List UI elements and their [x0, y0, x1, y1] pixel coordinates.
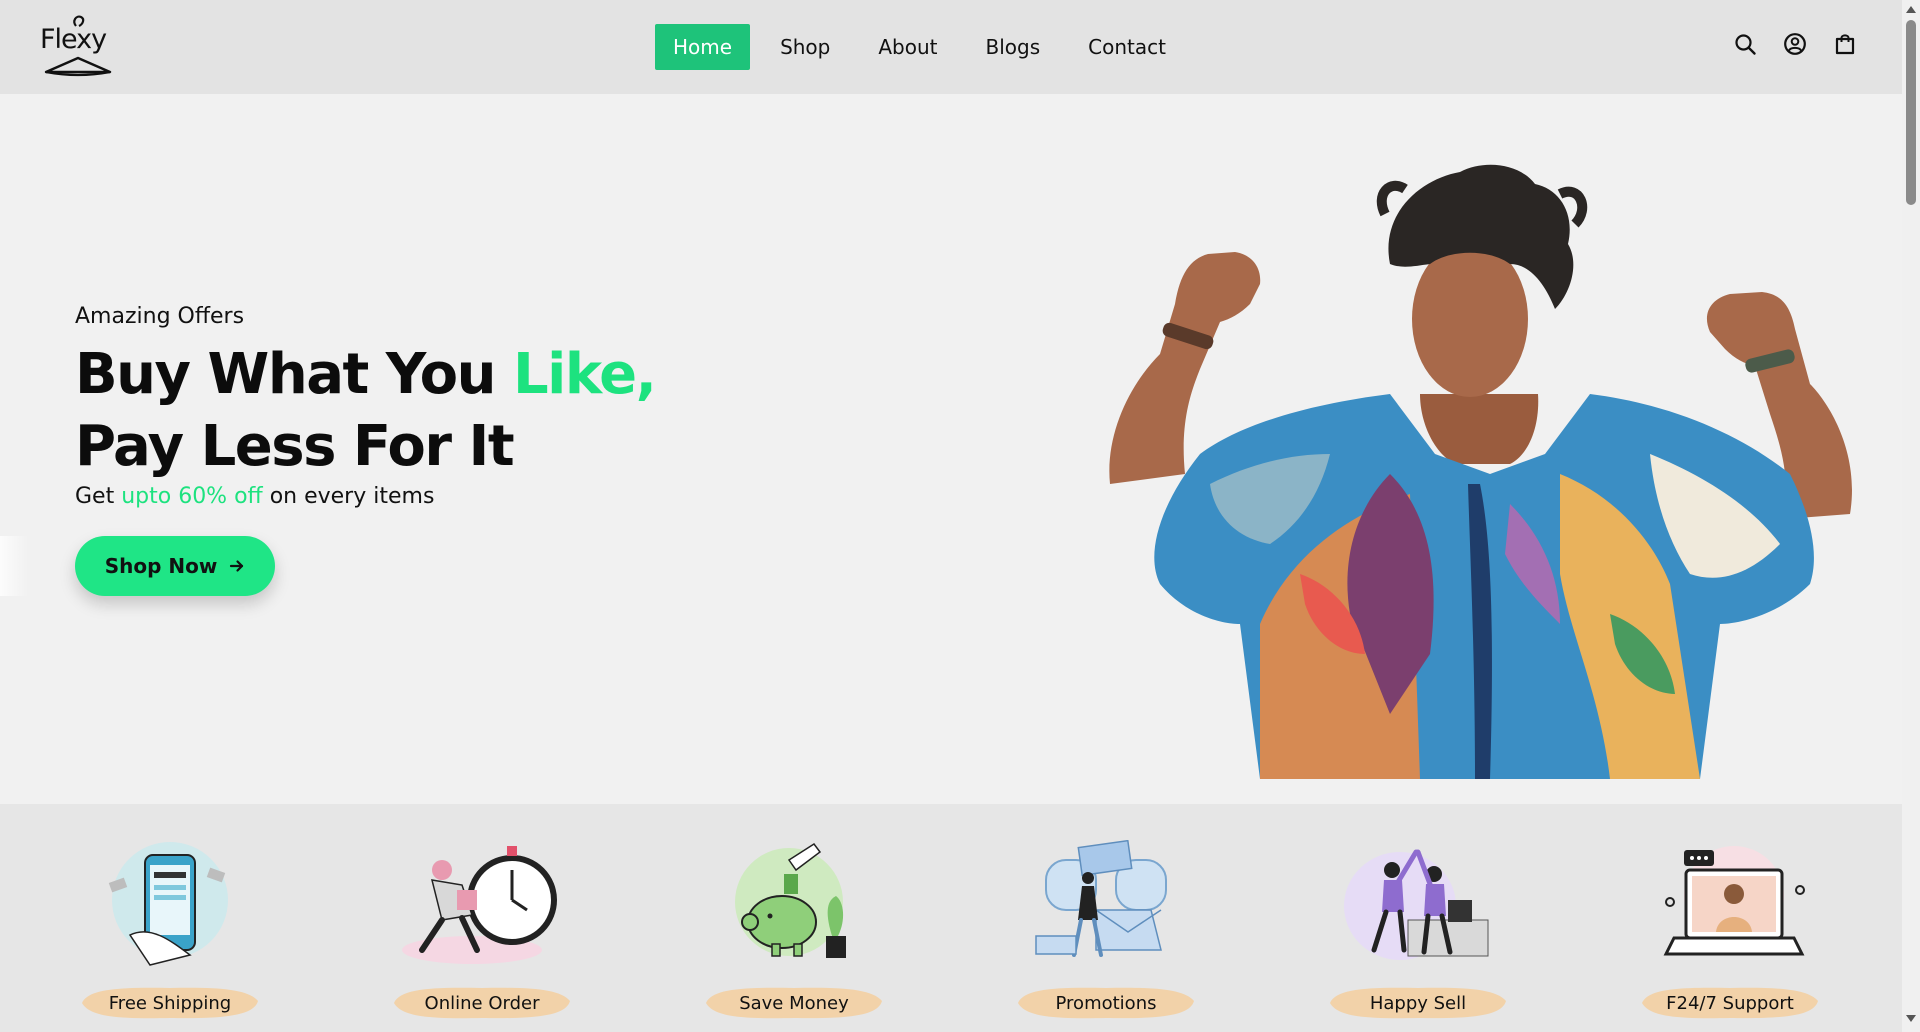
hero-sub-suffix: on every items [262, 484, 435, 509]
scroll-up-arrow-icon[interactable] [1906, 6, 1916, 13]
hero-title-accent: Like, [513, 342, 657, 407]
search-icon[interactable] [1733, 32, 1757, 56]
shop-now-label: Shop Now [104, 554, 218, 578]
hero-section: Amazing Offers Buy What You Like, Pay Le… [0, 94, 1902, 804]
shopping-bag-icon[interactable] [1833, 32, 1857, 56]
decorative-smudge [0, 536, 28, 596]
scrollbar-thumb[interactable] [1906, 20, 1916, 205]
nav-home[interactable]: Home [655, 24, 751, 70]
page-scrollbar[interactable] [1902, 0, 1920, 1032]
high-five-illustration-icon [1344, 849, 1489, 960]
nav-shop[interactable]: Shop [762, 24, 848, 70]
feature-label: F24/7 Support [1666, 992, 1794, 1014]
nav-blogs[interactable]: Blogs [968, 24, 1059, 70]
feature-support[interactable]: F24/7 Support [1630, 840, 1830, 1025]
feature-save-money[interactable]: Save Money [694, 840, 894, 1025]
feature-label: Happy Sell [1369, 992, 1467, 1014]
nav-about[interactable]: About [860, 24, 955, 70]
hero-model-image [1109, 164, 1852, 779]
user-account-icon[interactable] [1783, 32, 1807, 56]
hero-subtitle: Get upto 60% off on every items [75, 484, 434, 509]
feature-happy-sell[interactable]: Happy Sell [1318, 840, 1518, 1025]
hero-title: Buy What You Like, Pay Less For It [75, 339, 657, 483]
feature-promotions[interactable]: Promotions [1006, 840, 1206, 1025]
arrow-right-icon [230, 560, 244, 572]
feature-free-shipping[interactable]: Free Shipping [70, 840, 270, 1025]
features-section: Free Shipping Online Order Save Money Pr… [0, 804, 1902, 1032]
piggy-bank-illustration-icon [735, 842, 846, 958]
shop-now-button[interactable]: Shop Now [75, 536, 275, 596]
logo-text: Flexy [40, 24, 107, 55]
flexy-logo[interactable]: Flexy [38, 12, 118, 78]
hero-title-line2: Pay Less For It [75, 414, 515, 479]
promotion-illustration-icon [1035, 840, 1167, 957]
feature-online-order[interactable]: Online Order [382, 840, 582, 1025]
support-laptop-illustration-icon [1663, 846, 1805, 956]
scroll-down-arrow-icon[interactable] [1906, 1015, 1916, 1022]
main-nav: Home Shop About Blogs Contact [655, 24, 1196, 70]
hero-sub-prefix: Get [75, 484, 122, 509]
hero-kicker: Amazing Offers [75, 304, 245, 329]
header-actions [1733, 32, 1857, 56]
feature-label: Online Order [424, 992, 540, 1014]
feature-label: Free Shipping [108, 992, 232, 1014]
feature-label: Save Money [739, 992, 849, 1014]
site-header: Flexy Home Shop About Blogs Contact [0, 0, 1902, 94]
nav-contact[interactable]: Contact [1070, 24, 1184, 70]
hero-title-part1: Buy What You [75, 342, 513, 407]
feature-label: Promotions [1055, 992, 1157, 1014]
hero-sub-accent: upto 60% off [121, 484, 263, 509]
clock-delivery-illustration-icon [402, 846, 557, 964]
payment-phone-illustration-icon [108, 842, 228, 966]
